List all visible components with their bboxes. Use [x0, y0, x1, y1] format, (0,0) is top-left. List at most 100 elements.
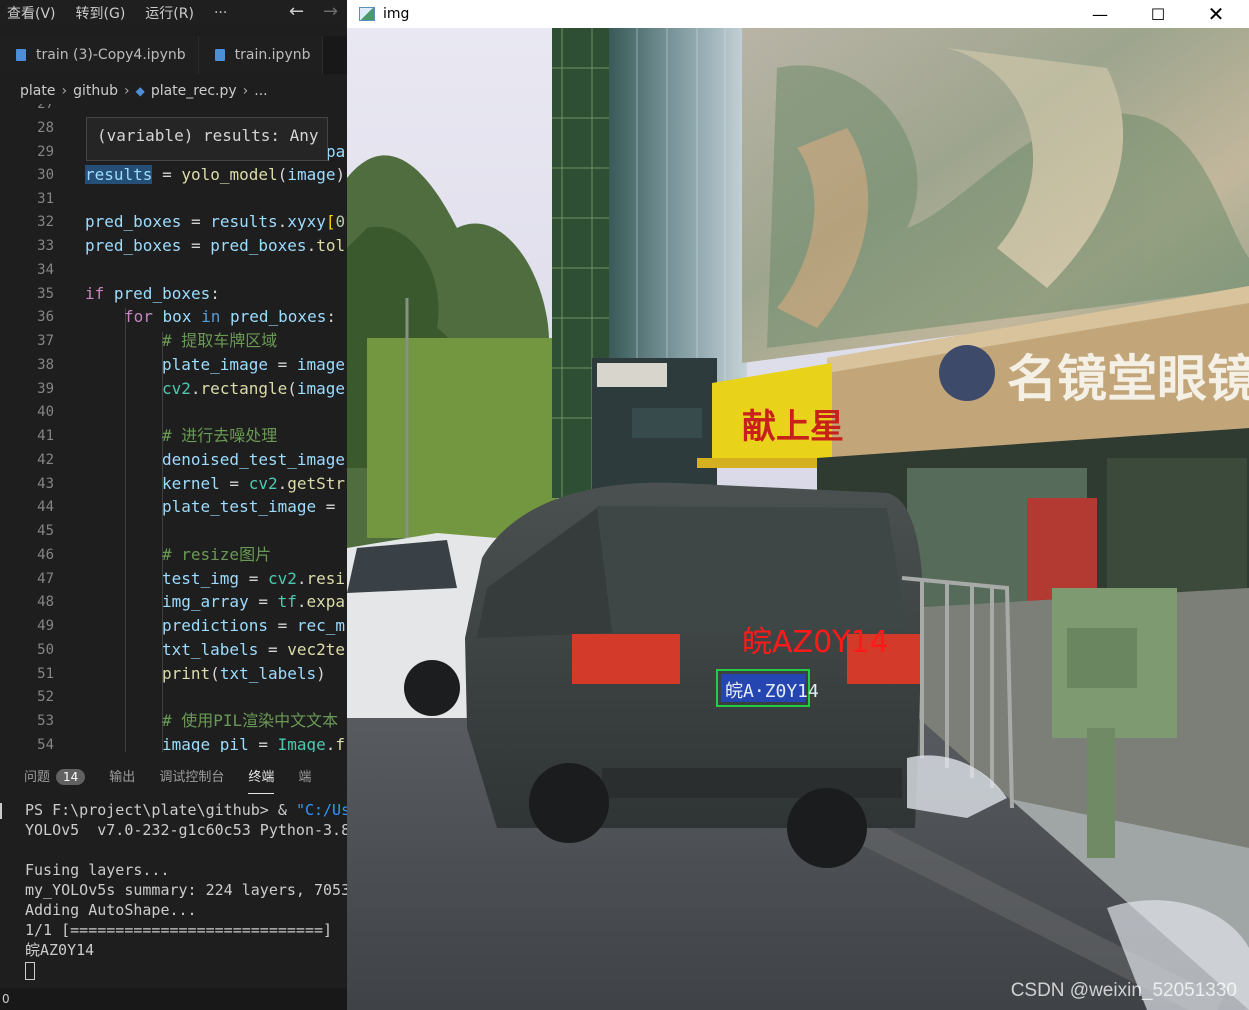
code-line: 54 image_pil = Image.f [0, 733, 347, 752]
code-text: img_array = tf.expa [162, 592, 346, 611]
menu-more[interactable]: ··· [204, 5, 237, 21]
code-text: for box in pred_boxes: [124, 307, 336, 326]
tab-train[interactable]: train.ipynb [198, 36, 324, 74]
code-text: print(txt_labels) [162, 664, 326, 683]
close-icon[interactable]: ✕ [1187, 0, 1245, 28]
arrow-right-icon[interactable]: → [323, 0, 338, 24]
line-number: 52 [37, 689, 54, 705]
line-number: 44 [37, 499, 54, 515]
breadcrumb-file[interactable]: plate_rec.py [151, 83, 237, 99]
code-text: kernel = cv2.getStr [162, 474, 346, 493]
line-number: 46 [37, 547, 54, 563]
line-number: 35 [37, 286, 54, 302]
chevron-right-icon: › [61, 83, 68, 99]
code-comment: # resize图片 [162, 545, 272, 564]
code-line: 38 plate_image = image [0, 353, 347, 377]
code-text: plate_test_image = [162, 497, 336, 516]
code-text: predictions = rec_m [162, 616, 346, 635]
code-text: txt_labels = vec2te [162, 640, 346, 659]
line-number: 27 [37, 104, 54, 112]
code-line: 49 predictions = rec_m [0, 614, 347, 638]
tab-problems[interactable]: 问题 14 [0, 766, 97, 785]
line-number: 50 [37, 642, 54, 658]
watermark: CSDN @weixin_52051330 [1010, 980, 1237, 1001]
code-line: 47 test_img = cv2.resi [0, 567, 347, 591]
code-line: 27 [0, 104, 347, 116]
code-text: image_pil = Image.f [162, 735, 346, 752]
chevron-right-icon: › [242, 83, 249, 99]
image-viewport[interactable]: 名镜堂眼镜 献上星 皖A·Z0Y14 皖AZ0Y14 CSDN @weixin_… [347, 28, 1249, 1010]
tab-label: train (3)-Copy4.ipynb [36, 47, 186, 63]
code-line: 53 # 使用PIL渲染中文文本 [0, 709, 347, 733]
line-number: 30 [37, 167, 54, 183]
tab-label: train.ipynb [234, 47, 311, 63]
terminal-output[interactable]: PS F:\project\plate\github> & "C:/Us YOL… [0, 798, 347, 988]
code-line: 48 img_array = tf.expa [0, 590, 347, 614]
breadcrumb-more[interactable]: ... [254, 83, 267, 99]
img-window: img — ☐ ✕ 名镜堂眼镜 献上星 皖A·Z0Y14 皖AZ0Y14 CSD… [347, 0, 1249, 1010]
chevron-right-icon: › [123, 83, 130, 99]
line-number: 41 [37, 428, 54, 444]
terminal-line: my_YOLOv5s summary: 224 layers, 7053 [25, 881, 347, 899]
arrow-left-icon[interactable]: ← [289, 0, 304, 24]
line-number: 28 [37, 120, 54, 136]
menu-goto[interactable]: 转到(G) [66, 3, 136, 23]
menu-bar: 查看(V) 转到(G) 运行(R) ··· ← → [0, 0, 347, 26]
app-icon [359, 7, 375, 21]
terminal-prompt: PS F:\project\plate\github> & [25, 801, 296, 819]
notebook-file-icon [214, 49, 225, 61]
line-number: 32 [37, 214, 54, 230]
line-number: 45 [37, 523, 54, 539]
breadcrumb-github[interactable]: github [73, 83, 118, 99]
tab-debug-console[interactable]: 调试控制台 [147, 766, 236, 785]
code-line: 33 pred_boxes = pred_boxes.tol [0, 234, 347, 258]
code-line: 42 denoised_test_image [0, 448, 347, 472]
line-number: 34 [37, 262, 54, 278]
minimize-icon[interactable]: — [1071, 0, 1129, 28]
line-number: 33 [37, 238, 54, 254]
menu-view[interactable]: 查看(V) [0, 3, 66, 23]
code-text: pa [326, 142, 346, 161]
plate-text: 皖A·Z0Y14 [725, 681, 819, 702]
editor-tabs: train (3)-Copy4.ipynb train.ipynb [0, 36, 347, 74]
tab-problems-label: 问题 [24, 769, 51, 785]
hover-tooltip: (variable) results: Any [86, 117, 328, 161]
tab-output[interactable]: 输出 [97, 766, 147, 785]
code-line: 34 [0, 258, 347, 282]
line-number: 54 [37, 737, 54, 752]
code-editor[interactable]: 27 28 29 pa 30 results = yolo_model(image)… [0, 104, 347, 752]
status-bar: 0 [0, 988, 347, 1010]
terminal-line: 皖AZ0Y14 [25, 941, 95, 959]
img-titlebar[interactable]: img — ☐ ✕ [347, 0, 1249, 28]
tab-terminal[interactable]: 终端 [236, 766, 286, 794]
code-line: 52 [0, 685, 347, 709]
line-number: 42 [37, 452, 54, 468]
vscode-window: 查看(V) 转到(G) 运行(R) ··· ← → train (3)-Copy… [0, 0, 347, 1010]
terminal-command: "C:/Us [295, 801, 347, 819]
line-number: 40 [37, 404, 54, 420]
code-comment: # 使用PIL渲染中文文本 [162, 711, 339, 730]
maximize-icon[interactable]: ☐ [1129, 0, 1187, 28]
code-comment: # 进行去噪处理 [162, 426, 278, 445]
code-line: 50 txt_labels = vec2te [0, 638, 347, 662]
code-text: plate_image = image [162, 355, 346, 374]
code-text: if pred_boxes: [85, 284, 220, 303]
code-line: 37 # 提取车牌区域 [0, 329, 347, 353]
tab-train-copy4[interactable]: train (3)-Copy4.ipynb [0, 36, 199, 74]
code-line: 51 print(txt_labels) [0, 662, 347, 686]
code-line: 41 # 进行去噪处理 [0, 424, 347, 448]
shop-sign-text: 名镜堂眼镜 [1007, 349, 1249, 408]
breadcrumb-plate[interactable]: plate [20, 83, 55, 99]
terminal-line: PS F:\project\plate\github> & "C:/Us [25, 800, 347, 820]
terminal-cursor [25, 961, 35, 980]
code-text: pred_boxes = pred_boxes.tol [85, 236, 346, 255]
problems-count-badge: 14 [56, 768, 86, 785]
line-number: 31 [37, 191, 54, 207]
notebook-file-icon [16, 49, 26, 61]
code-line: 39 cv2.rectangle(image [0, 377, 347, 401]
line-number: 49 [37, 618, 54, 634]
line-number: 48 [37, 594, 54, 610]
tab-ports[interactable]: 端 [286, 766, 323, 785]
code-line: 43 kernel = cv2.getStr [0, 472, 347, 496]
menu-run[interactable]: 运行(R) [135, 3, 204, 23]
